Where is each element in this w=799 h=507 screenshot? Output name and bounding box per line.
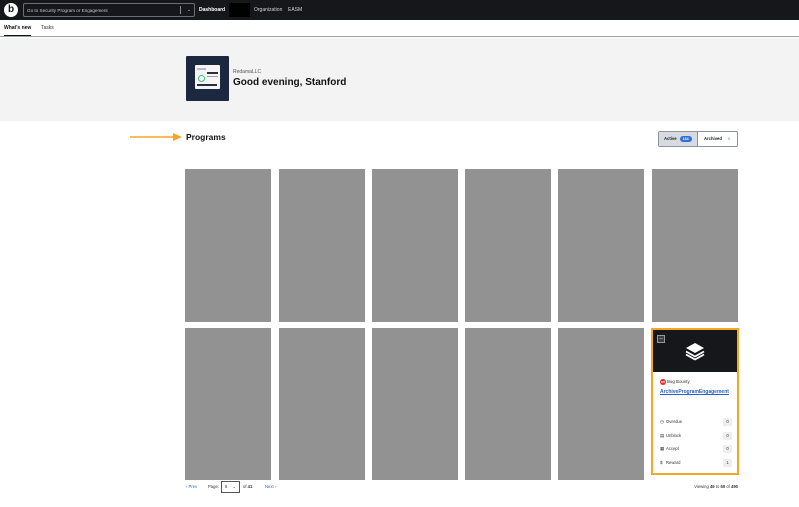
- program-card-placeholder[interactable]: [558, 169, 644, 322]
- top-navigation-bar: b ⌄ Dashboard Organization EASM: [0, 0, 799, 20]
- stat-unblock[interactable]: ▤ Unblock 0: [660, 432, 732, 441]
- stat-overdue[interactable]: ◷ Overdue 0: [660, 418, 732, 427]
- program-search-input[interactable]: [27, 4, 177, 16]
- archived-count-badge: 0: [727, 136, 730, 141]
- program-type: BB Bug Bounty: [660, 379, 690, 385]
- program-card-header: –: [653, 330, 737, 372]
- filter-active-label: Active: [664, 136, 677, 141]
- tab-whats-new[interactable]: What's new: [4, 20, 32, 36]
- search-divider: [180, 6, 181, 14]
- organization-avatar: [186, 56, 229, 101]
- stat-label: Reward: [666, 460, 681, 465]
- page-select[interactable]: 5 ⌄: [221, 481, 240, 493]
- program-card-placeholder[interactable]: [372, 328, 458, 480]
- dashboard-illustration: [195, 65, 220, 89]
- program-name-link[interactable]: ArchiveProgramEngagement: [660, 389, 729, 395]
- sub-navigation: What's new Tasks: [0, 20, 799, 37]
- bug-bounty-icon: BB: [660, 379, 666, 385]
- tab-tasks[interactable]: Tasks: [41, 20, 54, 36]
- nav-easm[interactable]: EASM: [288, 0, 302, 20]
- program-search-box[interactable]: ⌄: [23, 3, 195, 17]
- chevron-down-icon[interactable]: ⌄: [184, 4, 194, 16]
- page-select-value: 5: [225, 484, 228, 489]
- page-label: Page:: [208, 484, 219, 489]
- nav-dashboard[interactable]: Dashboard: [199, 0, 225, 20]
- program-status-filter: Active 164 Archived 0: [658, 131, 738, 147]
- layers-icon: [685, 343, 705, 361]
- total-items: 490: [731, 484, 738, 489]
- annotation-arrow-icon: [130, 133, 182, 141]
- bugcrowd-logo-icon[interactable]: b: [4, 3, 18, 17]
- programs-heading: Programs: [186, 132, 226, 142]
- total-pages: 41: [247, 484, 253, 489]
- stat-reward[interactable]: $ Reward 1: [660, 459, 732, 468]
- welcome-banner: RedamaLLC Good evening, Stanford: [0, 38, 799, 121]
- program-card-archive-engagement[interactable]: – BB Bug Bounty ArchiveProgramEngagement …: [651, 328, 739, 475]
- prev-page-link[interactable]: ‹ Prev: [186, 484, 197, 489]
- next-page-link[interactable]: Next ›: [265, 484, 276, 489]
- stat-value: 0: [723, 445, 732, 453]
- stat-label: Unblock: [666, 433, 682, 438]
- stat-value: 1: [723, 459, 732, 467]
- program-card-placeholder[interactable]: [652, 169, 738, 322]
- nav-organization[interactable]: Organization: [254, 0, 282, 20]
- page-of-text: of 41: [243, 484, 253, 489]
- select-checkbox[interactable]: –: [657, 335, 665, 343]
- filter-archived-button[interactable]: Archived 0: [699, 132, 737, 146]
- filter-active-button[interactable]: Active 164: [659, 132, 698, 146]
- redacted-block: [229, 3, 250, 17]
- stat-accept[interactable]: ▦ Accept 0: [660, 445, 732, 454]
- viewing-range: Viewing 49 to 60 of 490: [694, 484, 738, 489]
- program-card-placeholder[interactable]: [465, 328, 551, 480]
- program-card-placeholder[interactable]: [279, 328, 365, 480]
- greeting-heading: Good evening, Stanford: [233, 77, 347, 88]
- program-card-placeholder[interactable]: [279, 169, 365, 322]
- stat-value: 0: [723, 432, 732, 440]
- stat-label: Overdue: [666, 419, 683, 424]
- program-type-label: Bug Bounty: [667, 379, 690, 385]
- range-start: 49: [709, 484, 715, 489]
- range-end: 60: [720, 484, 726, 489]
- program-card-placeholder[interactable]: [465, 169, 551, 322]
- stat-label: Accept: [666, 446, 679, 451]
- program-card-placeholder[interactable]: [185, 169, 271, 322]
- program-card-placeholder[interactable]: [558, 328, 644, 480]
- active-count-badge: 164: [679, 135, 692, 142]
- filter-archived-label: Archived: [704, 136, 722, 141]
- chevron-down-icon: ⌄: [232, 484, 236, 489]
- program-card-placeholder[interactable]: [372, 169, 458, 322]
- stat-value: 0: [723, 418, 732, 426]
- program-card-placeholder[interactable]: [185, 328, 271, 480]
- organization-name: RedamaLLC: [233, 69, 262, 75]
